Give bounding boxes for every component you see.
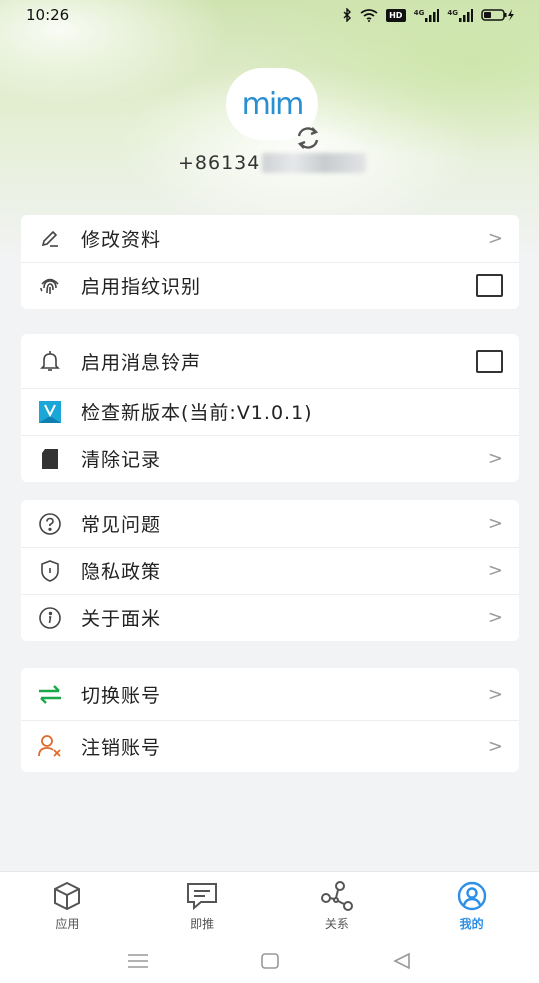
fingerprint-icon [37,273,63,299]
chevron-right-icon: > [487,513,503,534]
signal-2-icon: 4G [447,8,473,22]
back-icon[interactable] [390,951,414,971]
battery-charging-icon [481,8,515,22]
shield-icon [37,558,63,584]
sync-icon[interactable] [293,123,323,153]
avatar-logo: mim [241,86,305,122]
question-circle-icon [37,511,63,537]
menu-item-message-ringtone[interactable]: 启用消息铃声 [21,334,519,388]
version-badge-icon [37,399,63,425]
menu-item-check-version[interactable]: 检查新版本(当前:V1.0.1) [21,388,519,435]
network-icon [319,880,355,912]
cube-icon [49,880,85,912]
menu-group-account-actions: 切换账号 > 注销账号 > [21,668,519,772]
menu-item-label: 切换账号 [81,684,162,707]
status-bar: 10:26 HD 4G 4G [0,0,539,30]
bluetooth-icon [342,8,352,22]
bell-icon [37,348,63,374]
status-time: 10:26 [26,6,70,24]
info-circle-icon [37,605,63,631]
message-icon [184,880,220,912]
menu-group-settings: 启用消息铃声 检查新版本(当前:V1.0.1) 清除记录 > [21,334,519,482]
nav-label: 关系 [324,917,349,931]
signal-2-tag: 4G [447,8,458,17]
menu-item-label: 检查新版本(当前:V1.0.1) [81,402,313,424]
hd-badge: HD [385,8,406,22]
menu-item-delete-account[interactable]: 注销账号 > [21,720,519,772]
switch-arrows-icon [37,681,63,707]
menu-item-clear-records[interactable]: 清除记录 > [21,435,519,482]
nav-tab-push[interactable]: 即推 [135,872,270,939]
wifi-icon [360,8,378,22]
fingerprint-checkbox[interactable] [476,274,503,297]
menu-icon[interactable] [126,951,150,971]
menu-item-privacy-policy[interactable]: 隐私政策 > [21,547,519,594]
edit-pencil-icon [37,226,63,252]
phone-prefix: +86134 [178,152,261,174]
system-navigation-bar [0,939,539,983]
menu-item-edit-profile[interactable]: 修改资料 > [21,215,519,262]
phone-number-blurred [262,153,367,173]
home-icon[interactable] [258,951,282,971]
sd-card-icon [37,446,63,472]
nav-tab-relations[interactable]: 关系 [270,872,405,939]
menu-item-label: 隐私政策 [81,561,162,583]
signal-1-tag: 4G [413,8,425,17]
menu-item-switch-account[interactable]: 切换账号 > [21,668,519,720]
chevron-right-icon: > [487,607,503,628]
ringtone-checkbox[interactable] [476,349,503,373]
chevron-right-icon: > [487,448,503,469]
profile-screen: 10:26 HD 4G 4G mim +86134 修改资料 > 启用指纹识别 … [0,0,539,983]
chevron-right-icon: > [487,228,503,249]
menu-item-fingerprint[interactable]: 启用指纹识别 [21,262,519,309]
status-icons: HD 4G 4G [342,8,515,22]
nav-tab-mine[interactable]: 我的 [404,872,539,939]
menu-group-help: 常见问题 > 隐私政策 > 关于面米 > [21,500,519,641]
chevron-right-icon: > [487,735,503,757]
menu-item-label: 注销账号 [81,736,162,759]
phone-number: +86134 [178,152,367,174]
menu-item-label: 修改资料 [81,229,162,251]
menu-item-label: 启用指纹识别 [81,276,202,298]
nav-label: 我的 [459,917,484,931]
chevron-right-icon: > [487,560,503,581]
menu-item-about[interactable]: 关于面米 > [21,594,519,641]
bottom-navigation: 应用 即推 关系 我的 [0,871,539,939]
menu-item-label: 清除记录 [81,449,162,471]
menu-item-label: 关于面米 [81,608,162,630]
nav-label: 即推 [190,917,215,931]
nav-tab-apps[interactable]: 应用 [0,872,135,939]
menu-group-account: 修改资料 > 启用指纹识别 [21,215,519,309]
chevron-right-icon: > [487,683,503,705]
user-circle-icon [454,880,490,912]
menu-item-faq[interactable]: 常见问题 > [21,500,519,547]
signal-1-icon: 4G [413,8,440,22]
nav-label: 应用 [55,917,80,931]
menu-item-label: 常见问题 [81,514,162,536]
user-remove-icon [37,733,63,759]
menu-item-label: 启用消息铃声 [81,351,202,374]
hd-badge-text: HD [389,10,403,20]
